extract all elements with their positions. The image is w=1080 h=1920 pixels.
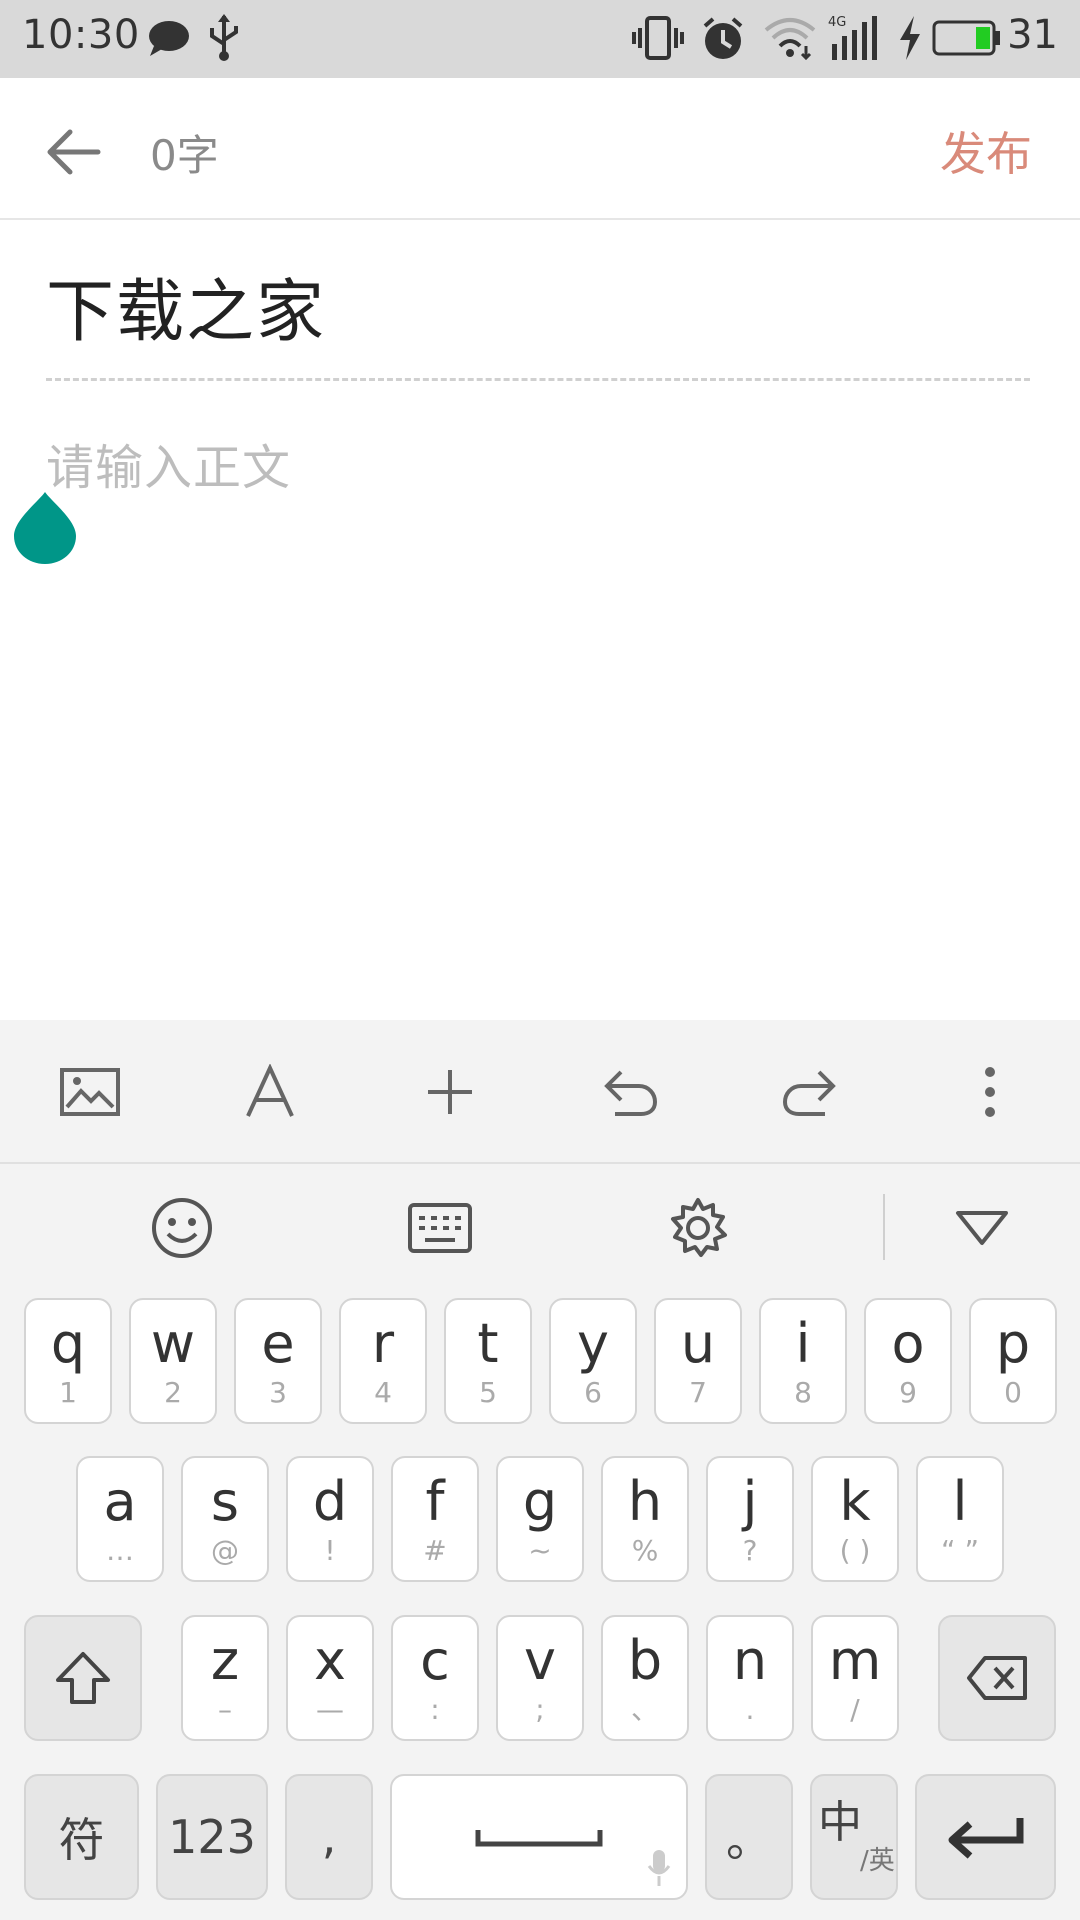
status-time: 10:30 xyxy=(22,12,140,58)
add-button[interactable] xyxy=(410,1052,490,1132)
language-switch-key[interactable]: 中 /英 xyxy=(810,1774,898,1900)
symbols-key[interactable]: 符 xyxy=(24,1774,139,1900)
enter-key[interactable] xyxy=(915,1774,1056,1900)
redo-button[interactable] xyxy=(770,1052,850,1132)
back-button[interactable] xyxy=(38,116,110,188)
key-d[interactable]: d! xyxy=(286,1456,374,1582)
space-key[interactable] xyxy=(390,1774,688,1900)
arrow-back-icon xyxy=(47,129,101,175)
key-t[interactable]: t5 xyxy=(444,1298,532,1424)
keyboard-settings-button[interactable] xyxy=(658,1188,738,1268)
key-o[interactable]: o9 xyxy=(864,1298,952,1424)
chat-bubble-icon xyxy=(149,21,189,56)
microphone-icon xyxy=(647,1850,671,1886)
app-header: 0字 发布 xyxy=(0,78,1080,220)
emoji-button[interactable] xyxy=(142,1188,222,1268)
key-e[interactable]: e3 xyxy=(234,1298,322,1424)
key-f[interactable]: f # xyxy=(391,1456,479,1582)
key-b[interactable]: b、 xyxy=(601,1615,689,1741)
post-title[interactable]: 下载之家 xyxy=(46,256,326,355)
backspace-icon xyxy=(967,1656,1027,1700)
comma-key[interactable]: , xyxy=(285,1774,373,1900)
battery-level: 31 xyxy=(1007,12,1058,58)
vibrate-icon xyxy=(632,16,684,60)
settings-icon xyxy=(671,1198,727,1257)
enter-icon xyxy=(948,1818,1023,1859)
numbers-key[interactable]: 123 xyxy=(156,1774,268,1900)
key-k[interactable]: k( ) xyxy=(811,1456,899,1582)
word-count: 0字 xyxy=(150,131,219,180)
keyboard-top-separator xyxy=(883,1194,885,1260)
key-s[interactable]: s @ xyxy=(181,1456,269,1582)
undo-button[interactable] xyxy=(590,1052,670,1132)
image-icon xyxy=(60,1068,120,1116)
shift-key[interactable] xyxy=(24,1615,142,1741)
key-m[interactable]: m / xyxy=(811,1615,899,1741)
more-options-button[interactable] xyxy=(950,1052,1030,1132)
title-divider xyxy=(46,378,1030,381)
backspace-key[interactable] xyxy=(938,1615,1056,1741)
status-bar: 10:30 4G 31 xyxy=(0,0,1080,78)
key-j[interactable]: j? xyxy=(706,1456,794,1582)
key-n[interactable]: n. xyxy=(706,1615,794,1741)
keyboard-icon xyxy=(408,1203,472,1253)
key-g[interactable]: g ~ xyxy=(496,1456,584,1582)
insert-image-button[interactable] xyxy=(50,1052,130,1132)
period-key[interactable]: 。 xyxy=(705,1774,793,1900)
text-format-button[interactable] xyxy=(230,1052,310,1132)
add-icon xyxy=(428,1070,472,1114)
key-c[interactable]: c: xyxy=(391,1615,479,1741)
key-r[interactable]: r4 xyxy=(339,1298,427,1424)
keyboard-top-bar xyxy=(0,1164,1080,1292)
key-h[interactable]: h% xyxy=(601,1456,689,1582)
text-format-icon xyxy=(246,1064,294,1117)
keyboard-switch-button[interactable] xyxy=(400,1188,480,1268)
space-bar-icon xyxy=(475,1830,603,1847)
key-u[interactable]: u7 xyxy=(654,1298,742,1424)
alarm-icon xyxy=(703,17,743,59)
cursor-handle-icon[interactable] xyxy=(12,490,78,566)
soft-keyboard: q1 w2 e3 r4 t5 y6 u7 i8 o9 p0 a… s @ d! f… xyxy=(0,1164,1080,1920)
body-input[interactable]: 请输入正文 xyxy=(46,428,291,498)
key-w[interactable]: w2 xyxy=(129,1298,217,1424)
redo-icon xyxy=(782,1070,836,1116)
key-a[interactable]: a… xyxy=(76,1456,164,1582)
shift-icon xyxy=(56,1652,110,1704)
key-x[interactable]: x — xyxy=(286,1615,374,1741)
key-p[interactable]: p0 xyxy=(969,1298,1057,1424)
charging-icon xyxy=(900,16,920,60)
more-vert-icon xyxy=(985,1067,995,1117)
hide-keyboard-button[interactable] xyxy=(942,1188,1022,1268)
key-i[interactable]: i8 xyxy=(759,1298,847,1424)
signal-4g-icon: 4G xyxy=(828,15,877,60)
key-l[interactable]: l “ ” xyxy=(916,1456,1004,1582)
wifi-icon xyxy=(764,18,816,60)
key-q[interactable]: q1 xyxy=(24,1298,112,1424)
svg-text:4G: 4G xyxy=(828,15,846,30)
key-z[interactable]: z – xyxy=(181,1615,269,1741)
hide-keyboard-icon xyxy=(956,1211,1008,1245)
publish-button[interactable]: 发布 xyxy=(940,118,1032,184)
editor-toolbar xyxy=(0,1020,1080,1164)
app-root: 10:30 4G 31 0字 发布 下载之家 请输入正文 q 1 w 2 e 3… xyxy=(0,0,1080,1920)
key-y[interactable]: y6 xyxy=(549,1298,637,1424)
key-v[interactable]: v; xyxy=(496,1615,584,1741)
emoji-icon xyxy=(152,1198,212,1258)
usb-icon xyxy=(210,14,238,61)
undo-icon xyxy=(604,1070,658,1116)
battery-icon xyxy=(932,20,1000,56)
